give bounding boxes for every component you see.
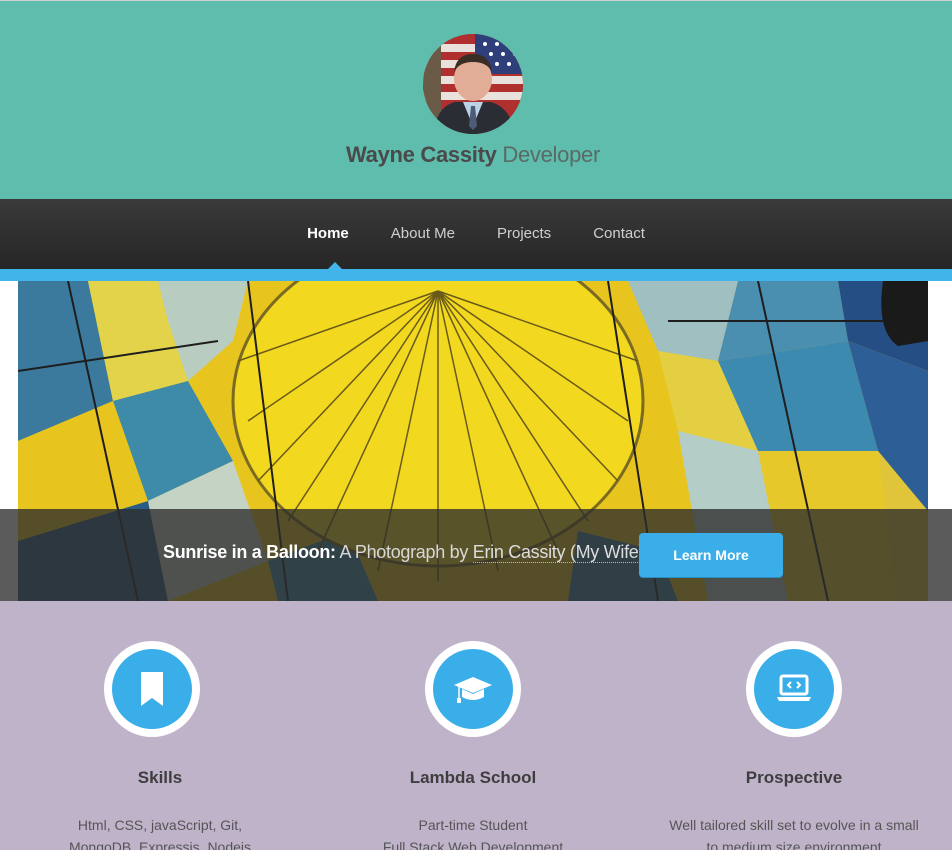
caption-text: Sunrise in a Balloon: A Photograph by Er…: [163, 542, 644, 563]
bookmark-icon: [141, 672, 163, 706]
hero-banner: Sunrise in a Balloon: A Photograph by Er…: [0, 281, 952, 601]
prospective-icon-badge: [746, 641, 842, 737]
feature-line: MongoDB, Expressjs, Nodejs: [68, 839, 252, 850]
feature-title: Prospective: [745, 768, 843, 787]
graduation-cap-icon: [454, 677, 492, 703]
nav-contact[interactable]: Contact: [572, 199, 666, 269]
feature-line: Part-time Student: [418, 817, 528, 833]
skills-icon-badge: [104, 641, 200, 737]
feature-line: Well tailored skill set to evolve in a s…: [669, 817, 919, 833]
profile-avatar: [423, 34, 523, 134]
learn-more-button[interactable]: Learn More: [639, 533, 783, 577]
active-nav-indicator: [327, 262, 343, 270]
profile-photo: [423, 34, 523, 134]
caption-title: Sunrise in a Balloon:: [163, 542, 336, 562]
site-title: Wayne Cassity Developer: [0, 142, 946, 168]
feature-line: Html, CSS, javaScript, Git,: [77, 817, 243, 833]
feature-line: to medium size environment: [706, 839, 882, 850]
feature-line: Full Stack Web Development: [382, 839, 564, 850]
owner-name: Wayne Cassity: [346, 142, 497, 167]
nav-about-me[interactable]: About Me: [370, 199, 476, 269]
photographer-link[interactable]: Erin Cassity (My Wife): [472, 542, 644, 563]
main-nav: Home About Me Projects Contact: [0, 199, 952, 269]
features-section: Skills Html, CSS, javaScript, Git, Mongo…: [0, 601, 952, 850]
nav-accent-bar: [0, 269, 952, 281]
nav-home[interactable]: Home: [286, 199, 370, 269]
feature-title: Lambda School: [409, 768, 537, 787]
laptop-code-icon: [777, 674, 811, 701]
owner-role: Developer: [502, 142, 600, 167]
banner-caption: Sunrise in a Balloon: A Photograph by Er…: [0, 509, 952, 601]
school-icon-badge: [425, 641, 521, 737]
site-header: Wayne Cassity Developer: [0, 0, 952, 199]
feature-title: Skills: [137, 768, 183, 787]
caption-description: A Photograph by: [339, 542, 469, 562]
nav-projects[interactable]: Projects: [476, 199, 572, 269]
